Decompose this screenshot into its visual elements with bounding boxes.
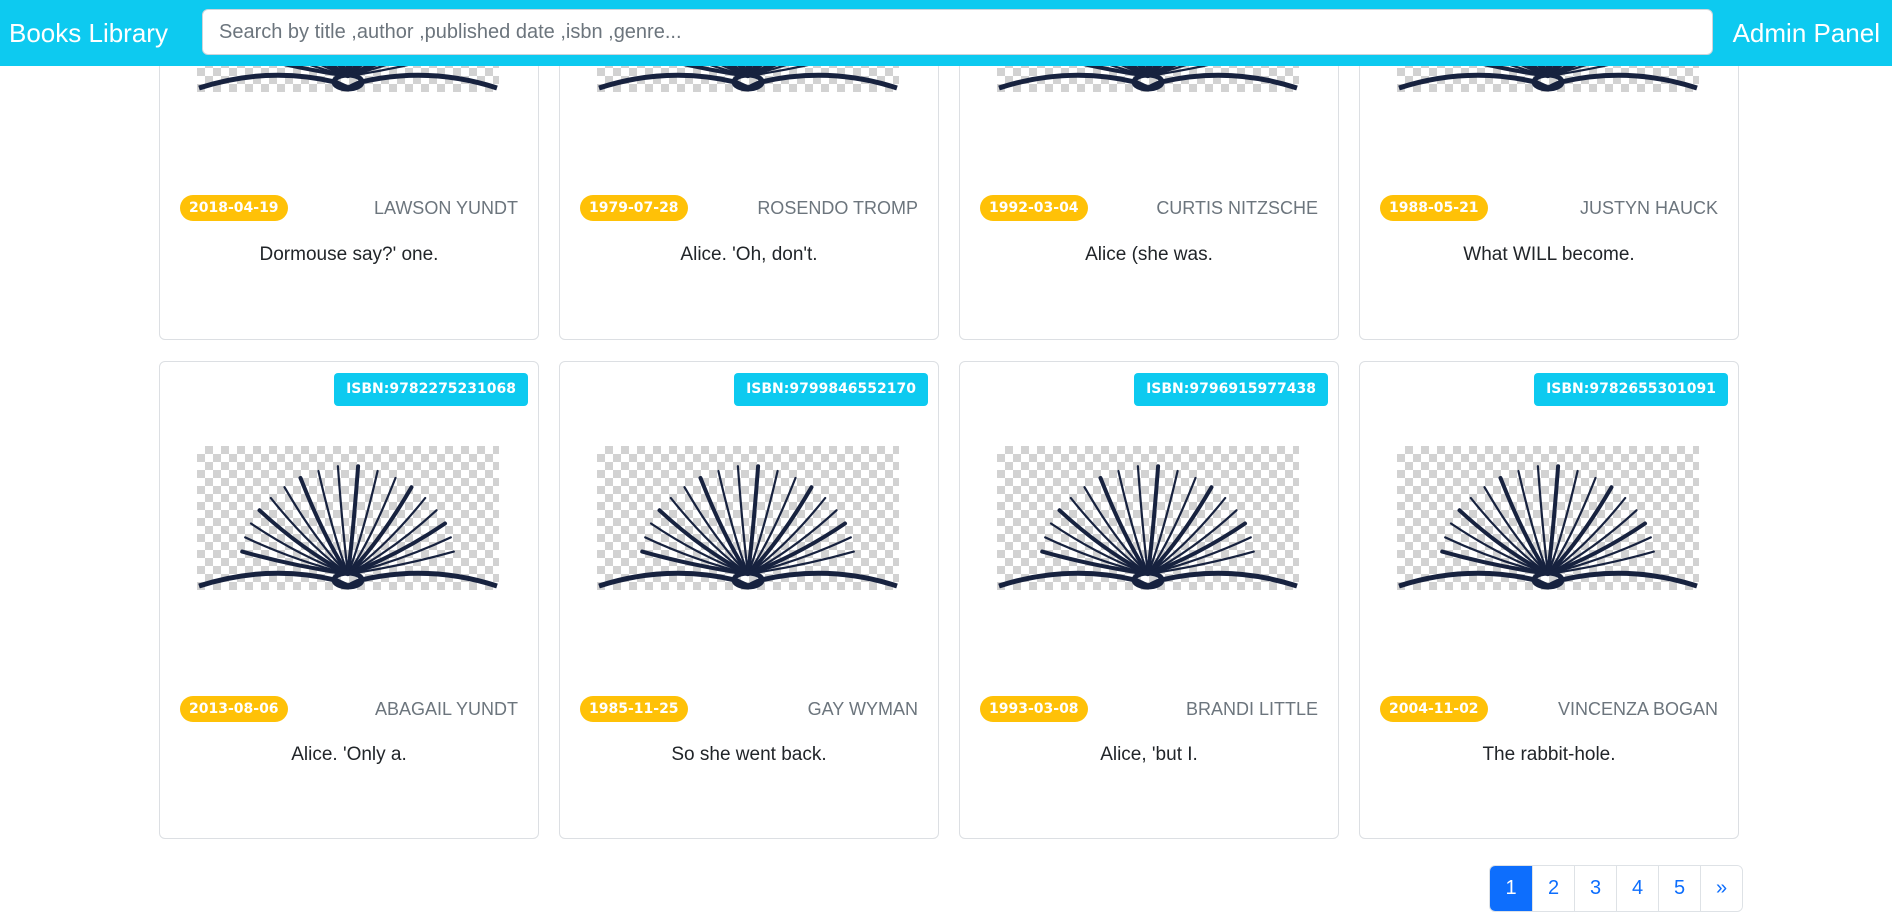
book-title: What WILL become. (1463, 244, 1635, 265)
page-link-5[interactable]: 5 (1658, 866, 1700, 911)
book-card[interactable]: ISBN:9799846552170 1985-11-25 GAY WYMAN … (559, 361, 939, 839)
book-author: ABAGAIL YUNDT (374, 698, 518, 719)
book-meta: 1985-11-25 GAY WYMAN (580, 695, 918, 723)
isbn-badge: ISBN:9782655301091 (1534, 373, 1728, 406)
navbar: Books Library Admin Panel (0, 0, 1892, 66)
book-title: Alice, 'but I. (1100, 744, 1198, 765)
book-title: Alice (she was. (1085, 244, 1213, 265)
page-link-1[interactable]: 1 (1490, 866, 1532, 911)
book-author: CURTIS NITZSCHE (1156, 197, 1318, 218)
book-author: GAY WYMAN (807, 698, 918, 719)
published-date-badge: 1993-03-08 (980, 696, 1088, 722)
book-title: Alice. 'Oh, don't. (680, 244, 818, 265)
book-author: BRANDI LITTLE (1185, 698, 1318, 719)
search-input[interactable] (202, 9, 1713, 55)
book-cover-image (1397, 446, 1699, 590)
book-title: Alice. 'Only a. (291, 744, 407, 765)
book-meta: 2018-04-19 LAWSON YUNDT (180, 194, 518, 222)
open-book-icon (598, 464, 898, 590)
isbn-badge: ISBN:9799846552170 (734, 373, 928, 406)
book-title: Dormouse say?' one. (259, 244, 439, 265)
published-date-badge: 2013-08-06 (180, 696, 288, 722)
book-meta: 2013-08-06 ABAGAIL YUNDT (180, 695, 518, 723)
book-cover-image (197, 446, 499, 590)
book-author: LAWSON YUNDT (373, 197, 518, 218)
book-title: The rabbit-hole. (1482, 744, 1616, 765)
page-link-2[interactable]: 2 (1532, 866, 1574, 911)
next-page-link[interactable]: » (1700, 866, 1742, 911)
published-date-badge: 1988-05-21 (1380, 195, 1488, 221)
book-meta: 1988-05-21 JUSTYN HAUCK (1380, 194, 1718, 222)
book-meta: 1992-03-04 CURTIS NITZSCHE (980, 194, 1318, 222)
isbn-badge: ISBN:9782275231068 (334, 373, 528, 406)
book-cover-image (997, 446, 1299, 590)
open-book-icon (198, 464, 498, 590)
book-card[interactable]: ISBN:9782275231068 2013-08-06 ABAGAIL YU… (159, 361, 539, 839)
page-link-4[interactable]: 4 (1616, 866, 1658, 911)
book-meta: 1979-07-28 ROSENDO TROMP (580, 194, 918, 222)
page-link-3[interactable]: 3 (1574, 866, 1616, 911)
published-date-badge: 1985-11-25 (580, 696, 688, 722)
book-meta: 2004-11-02 VINCENZA BOGAN (1380, 695, 1718, 723)
book-title: So she went back. (671, 744, 827, 765)
published-date-badge: 2004-11-02 (1380, 696, 1488, 722)
book-meta: 1993-03-08 BRANDI LITTLE (980, 695, 1318, 723)
book-author: VINCENZA BOGAN (1557, 698, 1718, 719)
isbn-badge: ISBN:9796915977438 (1134, 373, 1328, 406)
books-grid: 2018-04-19 LAWSON YUNDT Dormouse say?' o… (159, 0, 1739, 917)
open-book-icon (1398, 464, 1698, 590)
brand-link[interactable]: Books Library (9, 17, 168, 49)
admin-panel-link[interactable]: Admin Panel (1733, 17, 1880, 49)
book-author: JUSTYN HAUCK (1579, 197, 1718, 218)
pagination: 1 2 3 4 5 » (1489, 865, 1743, 912)
published-date-badge: 1979-07-28 (580, 195, 688, 221)
book-card[interactable]: ISBN:9796915977438 1993-03-08 BRANDI LIT… (959, 361, 1339, 839)
published-date-badge: 1992-03-04 (980, 195, 1088, 221)
open-book-icon (998, 464, 1298, 590)
book-card[interactable]: ISBN:9782655301091 2004-11-02 VINCENZA B… (1359, 361, 1739, 839)
book-cover-image (597, 446, 899, 590)
book-author: ROSENDO TROMP (757, 197, 918, 218)
published-date-badge: 2018-04-19 (180, 195, 288, 221)
